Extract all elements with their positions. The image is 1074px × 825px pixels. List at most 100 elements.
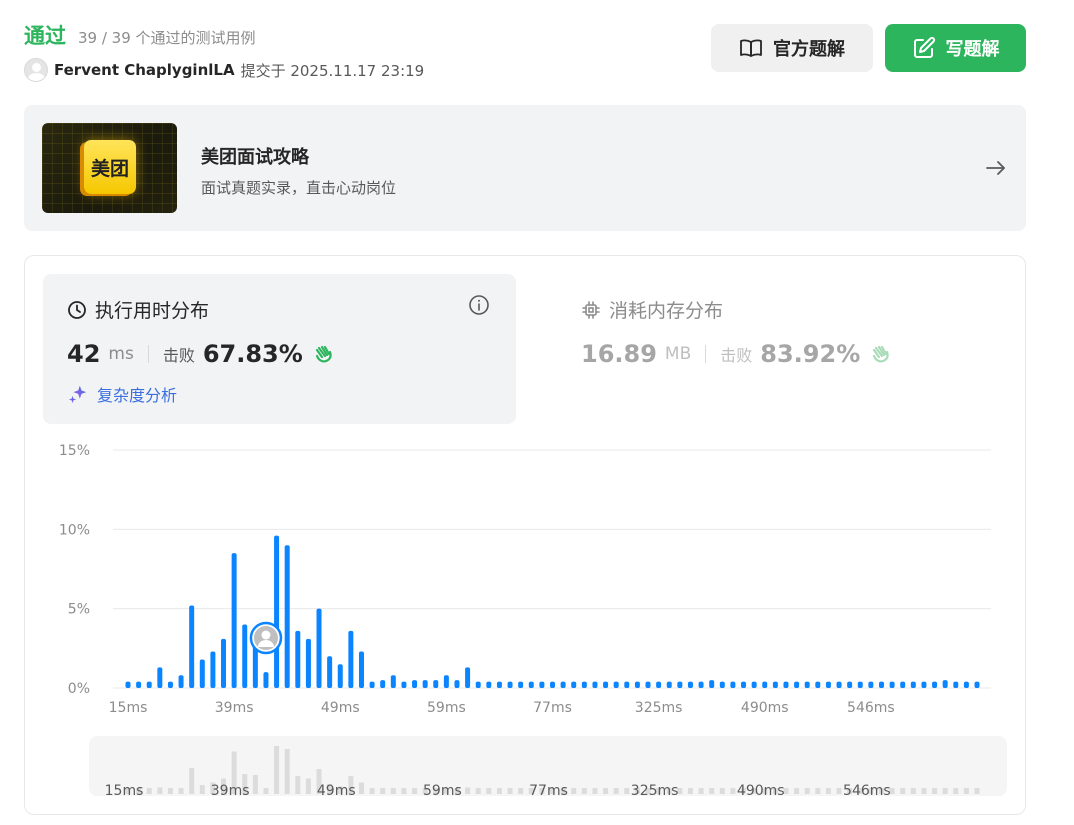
- chart-bar: [603, 681, 609, 688]
- chart-bar: [475, 681, 481, 688]
- chart-bar: [550, 681, 555, 688]
- overview-bar: [836, 788, 842, 794]
- overview-bar: [709, 788, 715, 794]
- chart-bar: [634, 681, 640, 688]
- chart-bar: [698, 681, 704, 688]
- chart-bar: [496, 681, 502, 688]
- overview-bar: [624, 788, 630, 794]
- overview-bar: [932, 788, 938, 794]
- chart-bar: [518, 681, 524, 688]
- chart-bar: [337, 664, 343, 688]
- overview-bar: [900, 788, 906, 794]
- chart-bar: [348, 630, 354, 688]
- chart-bar: [316, 608, 322, 688]
- chart-bar: [677, 681, 683, 688]
- chart-bar: [263, 672, 269, 688]
- x-tick-label: 325ms: [635, 700, 683, 716]
- overview-bar: [581, 788, 587, 794]
- chart-bar: [125, 681, 131, 688]
- overview-bar: [974, 788, 980, 794]
- chart-bar: [942, 680, 948, 688]
- chart-bar: [274, 535, 280, 688]
- chart-bar: [157, 667, 163, 688]
- chart-bar: [666, 681, 672, 688]
- chart-bar: [772, 681, 778, 688]
- x-tick-label: 77ms: [533, 700, 572, 716]
- overview-bar: [274, 746, 280, 794]
- chart-bar: [825, 681, 831, 688]
- chart-bar: [719, 681, 725, 688]
- overview-bar: [263, 788, 269, 794]
- chart-bar: [284, 545, 290, 688]
- chart-bar: [645, 681, 651, 688]
- chart-bar: [528, 681, 534, 688]
- overview-bar: [592, 788, 598, 794]
- overview-bar: [687, 788, 693, 794]
- chart-bar: [231, 553, 237, 688]
- chart-bar: [762, 681, 768, 688]
- overview-bar: [507, 788, 513, 794]
- chart-bar: [624, 681, 630, 688]
- chart-bar: [687, 681, 693, 688]
- overview-tick-label: 39ms: [211, 783, 250, 799]
- chart-bar: [189, 605, 195, 688]
- overview-tick-label: 59ms: [423, 783, 462, 799]
- user-avatar-head: [261, 630, 271, 640]
- chart-bar: [836, 681, 842, 688]
- chart-bar: [443, 675, 449, 688]
- chart-bar: [390, 675, 396, 688]
- chart-bar: [358, 651, 364, 688]
- overview-bar: [189, 768, 195, 794]
- chart-bar: [507, 681, 513, 688]
- y-tick-label: 10%: [59, 522, 90, 538]
- overview-bar: [167, 788, 173, 794]
- chart-bar: [305, 638, 311, 688]
- overview-bar: [571, 788, 577, 794]
- chart-bar: [656, 681, 662, 688]
- overview-bar: [953, 788, 959, 794]
- overview-bar: [146, 788, 152, 794]
- chart-bar: [751, 681, 757, 688]
- chart-bar: [433, 680, 439, 688]
- chart-bar: [953, 681, 959, 688]
- overview-tick-label: 15ms: [105, 783, 144, 799]
- chart-bar: [815, 681, 821, 688]
- overview-bar: [921, 788, 927, 794]
- overview-bar: [518, 788, 524, 794]
- chart-bar: [242, 624, 248, 688]
- overview-bar: [199, 785, 205, 794]
- chart-bar: [486, 681, 492, 688]
- overview-bar: [295, 776, 301, 794]
- chart-bar: [167, 681, 173, 688]
- overview-bar: [804, 788, 810, 794]
- overview-bar: [486, 788, 492, 794]
- chart-bar: [613, 681, 619, 688]
- chart-bar: [380, 680, 386, 688]
- overview-bar: [825, 788, 831, 794]
- chart-bar: [730, 681, 736, 688]
- overview-bar: [465, 787, 471, 794]
- overview-bar: [496, 788, 502, 794]
- chart-bar: [804, 681, 810, 688]
- chart-bar: [868, 681, 874, 688]
- chart-bar: [210, 651, 216, 688]
- overview-bar: [815, 788, 821, 794]
- overview-tick-label: 490ms: [737, 783, 785, 799]
- overview-bar: [719, 788, 725, 794]
- runtime-distribution-chart[interactable]: 15% 10% 5% 0% 15ms 39ms 49ms 59ms 77ms 325ms 490ms…: [0, 0, 1074, 825]
- chart-bar: [889, 681, 895, 688]
- overview-bar: [305, 778, 311, 794]
- overview-bar: [603, 788, 609, 794]
- overview-bar: [794, 788, 800, 794]
- chart-bar: [932, 681, 938, 688]
- overview-bar: [369, 788, 375, 794]
- chart-bar: [369, 681, 375, 688]
- overview-bar: [157, 787, 163, 794]
- x-tick-label: 59ms: [427, 700, 466, 716]
- overview-bar: [942, 788, 948, 794]
- overview-bar: [963, 788, 969, 794]
- overview-bar: [284, 749, 290, 794]
- chart-bar: [794, 681, 800, 688]
- chart-bar: [847, 681, 853, 688]
- x-tick-label: 546ms: [847, 700, 895, 716]
